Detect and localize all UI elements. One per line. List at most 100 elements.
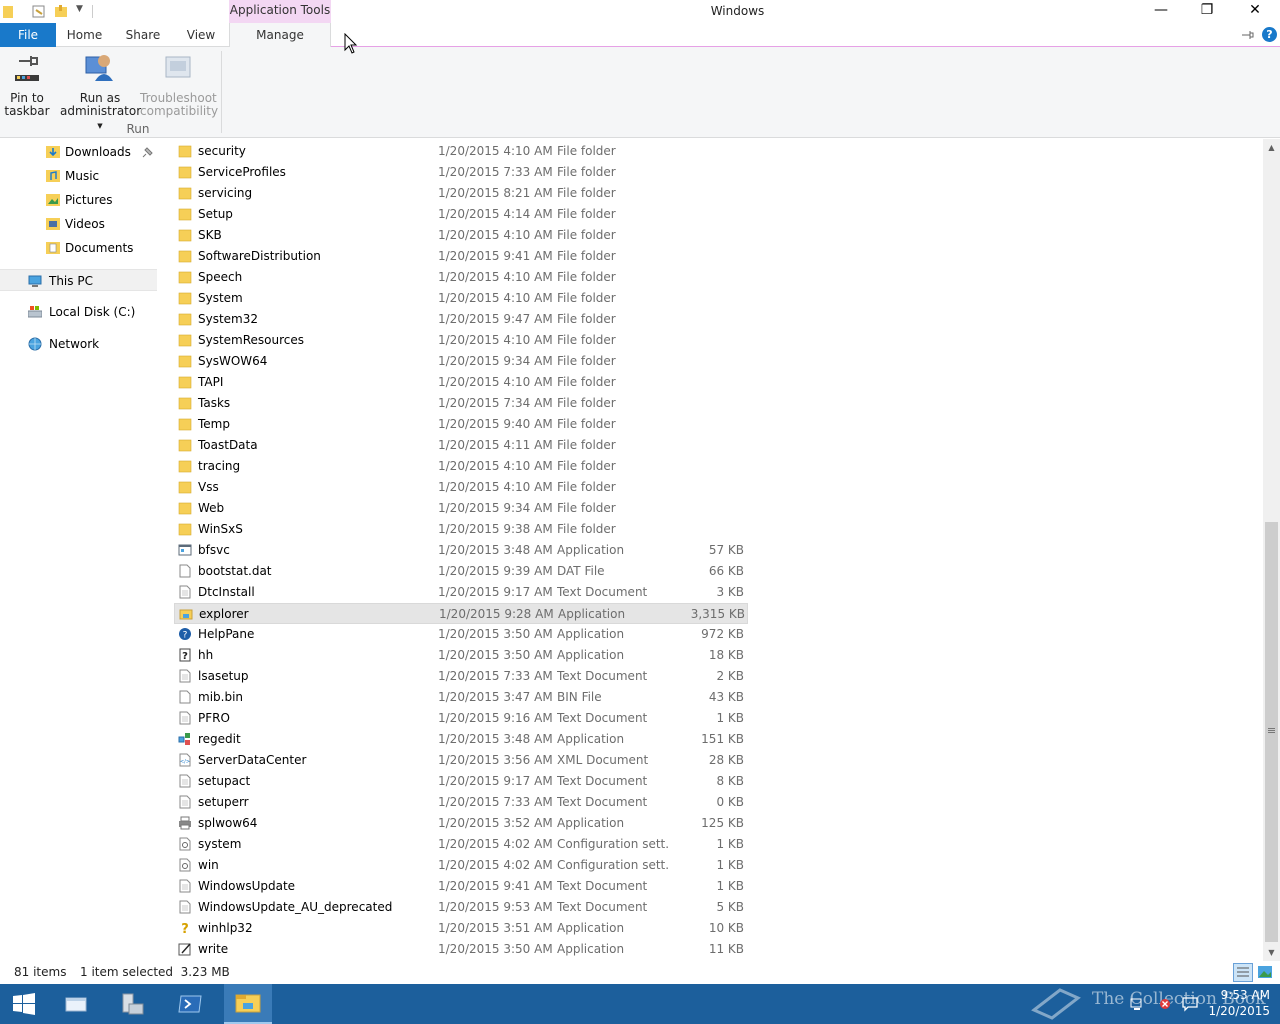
tab-view[interactable]: View bbox=[173, 23, 229, 47]
restore-icon: ❐ bbox=[1200, 2, 1214, 18]
file-row[interactable]: ? hh 1/20/2015 3:50 AM Application 18 KB bbox=[174, 645, 748, 666]
nav-item-documents[interactable]: Documents bbox=[44, 237, 158, 259]
large-icons-view-icon[interactable] bbox=[1257, 964, 1273, 980]
file-row[interactable]: bfsvc 1/20/2015 3:48 AM Application 57 KB bbox=[174, 540, 748, 561]
file-type: Text Document bbox=[557, 585, 648, 599]
details-view-button[interactable] bbox=[1233, 963, 1253, 982]
file-row[interactable]: DtcInstall 1/20/2015 9:17 AM Text Document… bbox=[174, 582, 748, 603]
file-row[interactable]: ? winhlp32 1/20/2015 3:51 AM Application 10 … bbox=[174, 918, 748, 939]
system-clock[interactable]: 9:53 AM 1/20/2015 bbox=[1200, 987, 1270, 1019]
folder-icon bbox=[178, 523, 192, 536]
file-row[interactable]: Speech 1/20/2015 4:10 AM File folder bbox=[174, 267, 748, 288]
file-explorer-taskbar-button[interactable] bbox=[224, 984, 272, 1024]
restore-button[interactable]: ❐ bbox=[1184, 0, 1230, 20]
file-row[interactable]: Setup 1/20/2015 4:14 AM File folder bbox=[174, 204, 748, 225]
task-view-button[interactable] bbox=[52, 984, 100, 1024]
file-row[interactable]: SystemResources 1/20/2015 4:10 AM File fol… bbox=[174, 330, 748, 351]
nav-item-downloads[interactable]: Downloads bbox=[44, 141, 158, 163]
item-count: 81 items bbox=[14, 965, 67, 979]
file-name: lsasetup bbox=[198, 669, 249, 683]
help-icon[interactable]: ? bbox=[1262, 27, 1277, 42]
pin-to-taskbar-button[interactable]: Pin to taskbar bbox=[4, 51, 50, 118]
network-tray-icon[interactable] bbox=[1130, 996, 1146, 1012]
powershell-button[interactable] bbox=[166, 984, 214, 1024]
run-as-administrator-button[interactable]: Run as administrator ▼ bbox=[60, 51, 141, 133]
file-row[interactable]: win 1/20/2015 4:02 AM Configuration sett..… bbox=[174, 855, 748, 876]
file-row[interactable]: setuperr 1/20/2015 7:33 AM Text Document 0 … bbox=[174, 792, 748, 813]
action-center-icon[interactable] bbox=[1182, 996, 1198, 1012]
file-row[interactable]: splwow64 1/20/2015 3:52 AM Application 125 … bbox=[174, 813, 748, 834]
folder-icon bbox=[178, 229, 192, 242]
file-row[interactable]: System32 1/20/2015 9:47 AM File folder bbox=[174, 309, 748, 330]
scroll-up-arrow-icon[interactable]: ▲ bbox=[1263, 139, 1280, 156]
file-row[interactable]: ? HelpPane 1/20/2015 3:50 AM Application 972… bbox=[174, 624, 748, 645]
tab-file[interactable]: File bbox=[0, 23, 56, 47]
file-row[interactable]: Tasks 1/20/2015 7:34 AM File folder bbox=[174, 393, 748, 414]
nav-item-network[interactable]: Network bbox=[0, 333, 158, 355]
nav-item-local-disk[interactable]: Local Disk (C:) bbox=[0, 301, 158, 323]
start-button[interactable] bbox=[0, 984, 48, 1024]
file-type: File folder bbox=[557, 270, 616, 284]
nav-label: Local Disk (C:) bbox=[49, 305, 136, 319]
pin-ribbon-icon[interactable] bbox=[1240, 28, 1254, 42]
nav-item-this-pc[interactable]: This PC bbox=[0, 269, 157, 291]
file-row[interactable]: </> ServerDataCenter 1/20/2015 3:56 AM XML … bbox=[174, 750, 748, 771]
file-name: HelpPane bbox=[198, 627, 255, 641]
file-row[interactable]: lsasetup 1/20/2015 7:33 AM Text Document 2 … bbox=[174, 666, 748, 687]
svg-text:?: ? bbox=[182, 651, 188, 662]
network-icon bbox=[28, 337, 42, 351]
file-row[interactable]: WindowsUpdate_AU_deprecated 1/20/2015 9:5… bbox=[174, 897, 748, 918]
file-row[interactable]: PFRO 1/20/2015 9:16 AM Text Document 1 KB bbox=[174, 708, 748, 729]
volume-muted-icon[interactable] bbox=[1157, 996, 1173, 1012]
file-type: File folder bbox=[557, 522, 616, 536]
nav-label: Downloads bbox=[65, 145, 131, 159]
file-row[interactable]: setupact 1/20/2015 9:17 AM Text Document 8 … bbox=[174, 771, 748, 792]
tab-home[interactable]: Home bbox=[56, 23, 113, 47]
vertical-scrollbar[interactable]: ▲ ▼ bbox=[1263, 139, 1280, 961]
folder-icon bbox=[178, 313, 192, 326]
file-date-modified: 1/20/2015 9:38 AM bbox=[438, 522, 553, 536]
file-row[interactable]: SoftwareDistribution 1/20/2015 9:41 AM Fil… bbox=[174, 246, 748, 267]
scroll-down-arrow-icon[interactable]: ▼ bbox=[1263, 944, 1280, 961]
documents-folder-icon bbox=[46, 242, 60, 254]
file-row[interactable]: Temp 1/20/2015 9:40 AM File folder bbox=[174, 414, 748, 435]
navigation-pane: Downloads Music Pictures Videos Document… bbox=[0, 139, 158, 961]
close-button[interactable]: ✕ bbox=[1232, 0, 1278, 20]
file-row[interactable]: regedit 1/20/2015 3:48 AM Application 151 K… bbox=[174, 729, 748, 750]
file-row[interactable]: bootstat.dat 1/20/2015 9:39 AM DAT File 66 … bbox=[174, 561, 748, 582]
file-row[interactable]: SKB 1/20/2015 4:10 AM File folder bbox=[174, 225, 748, 246]
file-row[interactable]: Vss 1/20/2015 4:10 AM File folder bbox=[174, 477, 748, 498]
troubleshoot-compatibility-button[interactable]: Troubleshoot compatibility bbox=[140, 51, 218, 118]
file-type: File folder bbox=[557, 438, 616, 452]
file-date-modified: 1/20/2015 4:02 AM bbox=[438, 837, 553, 851]
file-row[interactable]: explorer 1/20/2015 9:28 AM Application 3,31… bbox=[174, 603, 748, 624]
file-row[interactable]: SysWOW64 1/20/2015 9:34 AM File folder bbox=[174, 351, 748, 372]
file-row[interactable]: ServiceProfiles 1/20/2015 7:33 AM File fol… bbox=[174, 162, 748, 183]
nav-item-music[interactable]: Music bbox=[44, 165, 158, 187]
file-row[interactable]: Web 1/20/2015 9:34 AM File folder bbox=[174, 498, 748, 519]
nav-item-videos[interactable]: Videos bbox=[44, 213, 158, 235]
minimize-button[interactable]: — bbox=[1138, 0, 1184, 20]
file-row[interactable]: tracing 1/20/2015 4:10 AM File folder bbox=[174, 456, 748, 477]
server-manager-button[interactable] bbox=[108, 984, 156, 1024]
file-row[interactable]: System 1/20/2015 4:10 AM File folder bbox=[174, 288, 748, 309]
folder-icon bbox=[178, 439, 192, 452]
file-row[interactable]: WindowsUpdate 1/20/2015 9:41 AM Text Docum… bbox=[174, 876, 748, 897]
file-row[interactable]: ToastData 1/20/2015 4:11 AM File folder bbox=[174, 435, 748, 456]
file-row[interactable]: TAPI 1/20/2015 4:10 AM File folder bbox=[174, 372, 748, 393]
file-row[interactable]: mib.bin 1/20/2015 3:47 AM BIN File 43 KB bbox=[174, 687, 748, 708]
pin-icon[interactable] bbox=[142, 147, 153, 158]
file-date-modified: 1/20/2015 9:41 AM bbox=[438, 879, 553, 893]
file-row[interactable]: write 1/20/2015 3:50 AM Application 11 KB bbox=[174, 939, 748, 960]
scrollbar-thumb[interactable] bbox=[1265, 522, 1278, 942]
tab-manage[interactable]: Manage bbox=[229, 23, 331, 48]
ribbon-tab-bar: File Home Share View Manage ? bbox=[0, 23, 1280, 48]
nav-item-pictures[interactable]: Pictures bbox=[44, 189, 158, 211]
tab-share[interactable]: Share bbox=[113, 23, 173, 47]
file-type: BIN File bbox=[557, 690, 602, 704]
file-row[interactable]: security 1/20/2015 4:10 AM File folder bbox=[174, 141, 748, 162]
file-row[interactable]: servicing 1/20/2015 8:21 AM File folder bbox=[174, 183, 748, 204]
file-row[interactable]: WinSxS 1/20/2015 9:38 AM File folder bbox=[174, 519, 748, 540]
folder-icon bbox=[178, 376, 192, 389]
file-row[interactable]: system 1/20/2015 4:02 AM Configuration set… bbox=[174, 834, 748, 855]
